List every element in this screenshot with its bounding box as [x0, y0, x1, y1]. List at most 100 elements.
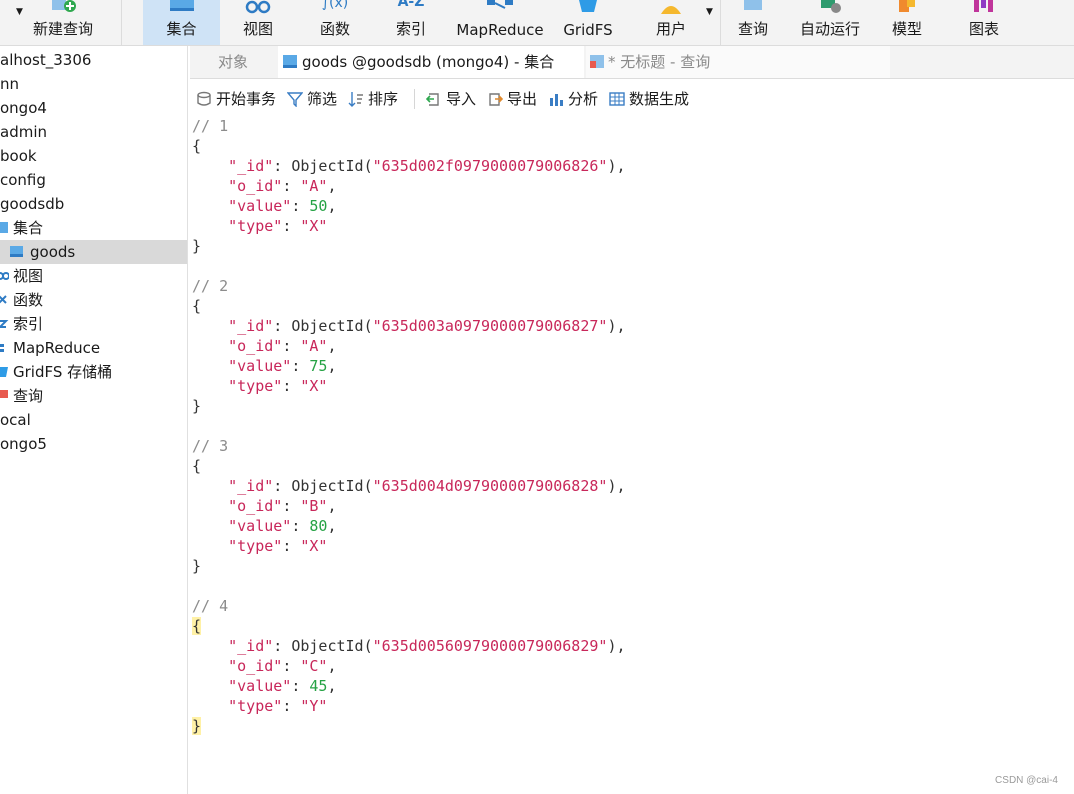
- data-generation-button[interactable]: 数据生成: [609, 88, 689, 110]
- object-tree-sidebar: alhost_3306 nn ongo4 admin book config g…: [0, 46, 188, 794]
- bucket-icon: [0, 367, 8, 377]
- open-brace: {: [192, 457, 202, 475]
- tree-item-connection[interactable]: nn: [0, 72, 187, 96]
- tree-item-functions[interactable]: 函数: [0, 288, 187, 312]
- open-brace: {: [192, 297, 202, 315]
- open-brace: {: [192, 137, 202, 155]
- tree-item-collections[interactable]: 集合: [0, 216, 187, 240]
- field-type: "type": "X": [228, 217, 328, 235]
- field-o-id: "o_id": "A",: [228, 337, 337, 355]
- tree-item-database[interactable]: goodsdb: [0, 192, 187, 216]
- users-button[interactable]: 用户: [640, 0, 702, 45]
- sort-label: 排序: [368, 90, 399, 108]
- toolbar-divider: [720, 0, 721, 45]
- tree-item-connection[interactable]: ongo4: [0, 96, 187, 120]
- field-value: "value": 75,: [228, 357, 337, 375]
- charts-button[interactable]: 图表: [956, 0, 1012, 45]
- tree-item-label: config: [0, 171, 46, 189]
- tree-item-mapreduce[interactable]: MapReduce: [0, 336, 187, 360]
- tree-item-queries[interactable]: 查询: [0, 384, 187, 408]
- sort-az-icon: [0, 320, 9, 328]
- tree-item-database[interactable]: ocal: [0, 408, 187, 432]
- import-label: 导入: [446, 90, 477, 108]
- collection-icon: [283, 55, 297, 68]
- views-button[interactable]: 视图: [225, 0, 291, 45]
- model-label: 模型: [891, 20, 922, 38]
- gridfs-label: GridFS: [563, 21, 613, 39]
- tree-item-label: ongo4: [0, 99, 47, 117]
- glasses-icon: [0, 272, 9, 280]
- main-toolbar: ▼ 新建查询 集合 视图 ∫(x) 函数 A-Z 索引 MapReduce Gr…: [0, 0, 1074, 46]
- collections-button[interactable]: 集合: [143, 0, 220, 45]
- tree-item-gridfs[interactable]: GridFS 存储桶: [0, 360, 187, 384]
- filter-button[interactable]: 筛选: [287, 88, 337, 110]
- toolbar-divider: [414, 89, 415, 109]
- field-id: "_id": ObjectId("635d004d097900007900682…: [228, 477, 626, 495]
- function-icon: [0, 295, 7, 304]
- field-type: "type": "X": [228, 377, 328, 395]
- tree-item-database[interactable]: config: [0, 168, 187, 192]
- filter-label: 筛选: [307, 90, 338, 108]
- chevron-down-icon[interactable]: ▼: [16, 7, 23, 17]
- tree-item-label: GridFS 存储桶: [13, 363, 113, 381]
- export-button[interactable]: 导出: [487, 88, 537, 110]
- function-icon: ∫(x): [321, 0, 349, 11]
- tree-item-connection[interactable]: ongo5: [0, 432, 187, 456]
- functions-label: 函数: [319, 20, 350, 38]
- chart-icon: [974, 0, 993, 12]
- collection-icon: [10, 246, 23, 257]
- funnel-icon: [287, 92, 303, 107]
- tab-objects[interactable]: 对象: [190, 46, 276, 78]
- tree-item-connection[interactable]: alhost_3306: [0, 48, 187, 72]
- analyze-button[interactable]: 分析: [548, 88, 598, 110]
- mapreduce-button[interactable]: MapReduce: [453, 0, 547, 45]
- document-index-comment: // 1: [192, 117, 229, 135]
- tab-untitled-query[interactable]: * 无标题 - 查询: [586, 46, 890, 78]
- tree-item-database[interactable]: admin: [0, 120, 187, 144]
- tree-item-goods[interactable]: goods: [0, 240, 187, 264]
- analyze-label: 分析: [568, 90, 599, 108]
- document-viewer[interactable]: // 1 { "_id": ObjectId("635d002f09790000…: [190, 116, 1074, 794]
- users-label: 用户: [655, 20, 686, 38]
- model-button[interactable]: 模型: [880, 0, 934, 45]
- matched-brace: {: [192, 617, 202, 635]
- automation-button[interactable]: 自动运行: [793, 0, 867, 45]
- tree-item-database[interactable]: book: [0, 144, 187, 168]
- import-button[interactable]: 导入: [426, 88, 476, 110]
- query-icon: [744, 0, 762, 10]
- matched-brace: }: [192, 717, 202, 735]
- document-index-comment: // 2: [192, 277, 229, 295]
- indexes-button[interactable]: A-Z 索引: [378, 0, 444, 45]
- begin-transaction-label: 开始事务: [216, 90, 277, 108]
- database-icon: [197, 91, 211, 106]
- field-type: "type": "Y": [228, 697, 328, 715]
- new-query-icon: [52, 0, 76, 12]
- charts-label: 图表: [968, 20, 999, 38]
- field-type: "type": "X": [228, 537, 328, 555]
- field-value: "value": 50,: [228, 197, 337, 215]
- tab-goods-collection[interactable]: goods @goodsdb (mongo4) - 集合: [278, 46, 584, 78]
- tree-item-views[interactable]: 视图: [0, 264, 187, 288]
- begin-transaction-button[interactable]: 开始事务: [196, 88, 276, 110]
- functions-button[interactable]: ∫(x) 函数: [300, 0, 370, 45]
- field-o-id: "o_id": "A",: [228, 177, 337, 195]
- glasses-icon: [245, 0, 271, 14]
- import-icon: [426, 93, 439, 106]
- sort-button[interactable]: 排序: [348, 88, 398, 110]
- tree-item-label: goodsdb: [0, 195, 65, 213]
- tree-item-label: 函数: [13, 291, 44, 309]
- collection-icon: [169, 0, 194, 11]
- indexes-label: 索引: [395, 20, 426, 38]
- query-button[interactable]: 查询: [728, 0, 778, 45]
- close-brace: }: [192, 557, 202, 575]
- field-o-id: "o_id": "C",: [228, 657, 337, 675]
- field-value: "value": 80,: [228, 517, 337, 535]
- tree-item-indexes[interactable]: 索引: [0, 312, 187, 336]
- collections-label: 集合: [166, 20, 197, 38]
- watermark: CSDN @cai-4: [995, 775, 1058, 786]
- gridfs-button[interactable]: GridFS: [556, 0, 620, 45]
- automation-icon: [821, 0, 841, 13]
- mapreduce-icon: [0, 344, 4, 352]
- chevron-down-icon[interactable]: ▼: [706, 7, 713, 17]
- new-query-button[interactable]: 新建查询: [26, 0, 100, 45]
